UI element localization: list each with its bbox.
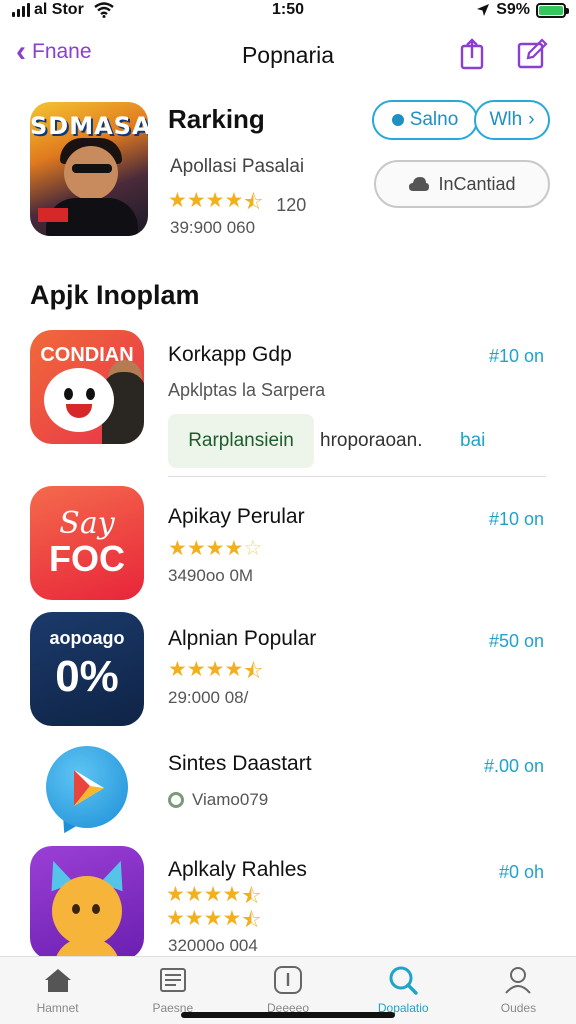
- salno-label: Salno: [409, 109, 459, 130]
- star-icon: ★: [205, 537, 225, 560]
- star-icon: ★: [168, 658, 187, 681]
- app-icon-korkapp[interactable]: CONDIAN: [30, 330, 144, 444]
- wlh-button[interactable]: Wlh ›: [474, 100, 550, 140]
- app-price[interactable]: #10 on: [489, 509, 544, 530]
- art-creature: [52, 876, 122, 946]
- incantiad-label: InCantiad: [438, 173, 516, 194]
- chip-description: hroporaoan.: [320, 430, 423, 451]
- featured-title: Rarking: [168, 104, 265, 134]
- tab-home[interactable]: Hamnet: [0, 957, 115, 1024]
- tab-profile[interactable]: Oudes: [461, 957, 576, 1024]
- status-right: S9%: [476, 1, 569, 19]
- share-icon: [460, 38, 484, 70]
- dot-icon: [391, 114, 404, 126]
- art-face: [64, 146, 118, 200]
- person-icon: [502, 965, 534, 995]
- chip-link[interactable]: bai: [460, 430, 485, 452]
- art-ghost: [44, 368, 114, 432]
- home-icon: [42, 965, 74, 995]
- app-price[interactable]: #0 oh: [499, 862, 544, 883]
- app-price[interactable]: #10 on: [489, 346, 544, 367]
- edit-icon: [517, 38, 548, 69]
- location-arrow-icon: [477, 4, 490, 16]
- star-icon: ★: [224, 537, 243, 560]
- icon-label: 0%: [55, 652, 119, 701]
- featured-art-text: SDMASAL: [30, 112, 148, 140]
- star-icon: ★: [168, 537, 187, 560]
- app-price[interactable]: #.00 on: [484, 756, 544, 777]
- app-name[interactable]: Aplkaly Rahles: [168, 858, 307, 882]
- tab-label: Hamnet: [36, 1001, 79, 1015]
- app-icon-aplkaly[interactable]: [30, 846, 144, 960]
- cloud-icon: [409, 177, 430, 191]
- edit-button[interactable]: [514, 36, 550, 72]
- salno-button[interactable]: Salno: [372, 100, 478, 140]
- star-icon: ★: [205, 658, 225, 681]
- star-icon: ★: [186, 658, 206, 681]
- divider: [168, 476, 546, 477]
- art-badge: [38, 208, 68, 222]
- wlh-label: Wlh: [489, 109, 523, 130]
- icon-label: Say: [59, 506, 115, 541]
- star-icon: ☆: [243, 537, 262, 560]
- app-rating-row: ★ ★ ★ ★ ⯪: [168, 657, 263, 692]
- home-indicator[interactable]: [181, 1012, 395, 1018]
- status-bar: al Stor 1:50 S9%: [0, 0, 576, 22]
- app-meta: 29:000 08/: [168, 688, 249, 707]
- battery-icon: [536, 2, 569, 18]
- app-name[interactable]: Sintes Daastart: [168, 752, 312, 776]
- app-subtitle: Apklptas la Sarpera: [168, 380, 326, 400]
- art-glasses: [72, 164, 112, 173]
- app-name[interactable]: Korkapp Gdp: [168, 343, 292, 367]
- pill-row: Salno Wlh ›: [372, 100, 550, 140]
- rating-stars: ★ ★ ★ ★ ⯪: [168, 657, 263, 692]
- app-meta: 3490oo 0M: [168, 566, 254, 585]
- featured-meta: 39:900 060: [170, 218, 256, 237]
- featured-app-icon[interactable]: SDMASAL: [30, 102, 148, 236]
- icon-label: aopoago: [49, 628, 125, 648]
- info-icon: [272, 965, 304, 995]
- tab-bar: Hamnet Paesne Deeeeo Dopalatio Oudes: [0, 956, 576, 1024]
- star-icon: ★: [224, 658, 243, 681]
- verified-text: Viamo079: [192, 790, 269, 809]
- app-rating-row: ★ ★ ★ ★ ☆: [168, 536, 262, 561]
- play-icon: [74, 770, 104, 806]
- category-chip[interactable]: Rarplansiein: [168, 414, 314, 468]
- battery-percent: S9%: [496, 1, 530, 18]
- verified-row: Viamo079: [168, 790, 268, 810]
- featured-subtitle: Apollasi Pasalai: [170, 156, 305, 177]
- app-icon-apikay[interactable]: Say FOC: [30, 486, 144, 600]
- chevron-right-icon: ›: [528, 109, 535, 130]
- nav-bar: ‹ Fnane Popnaria: [0, 30, 576, 82]
- star-icon: ★: [186, 537, 206, 560]
- section-title: Apjk Inoplam: [30, 280, 200, 310]
- news-icon: [157, 965, 189, 995]
- app-icon-sintes[interactable]: [30, 734, 144, 848]
- app-meta: 32000o 004: [168, 936, 258, 955]
- play-bubble: [46, 746, 128, 828]
- search-icon: [387, 965, 419, 995]
- tab-label: Oudes: [500, 1001, 537, 1015]
- rating-count: 120: [276, 195, 307, 215]
- verified-icon: [168, 792, 184, 808]
- rating-stars: ★ ★ ★ ★ ☆: [168, 536, 262, 561]
- icon-label: FOC: [49, 538, 125, 579]
- app-price[interactable]: #50 on: [489, 631, 544, 652]
- app-name[interactable]: Alpnian Popular: [168, 627, 316, 651]
- incantiad-button[interactable]: InCantiad: [374, 160, 550, 208]
- app-icon-alpnian[interactable]: aopoago 0%: [30, 612, 144, 726]
- app-name[interactable]: Apikay Perular: [168, 505, 305, 529]
- share-button[interactable]: [454, 36, 490, 72]
- star-icon: ⯪: [243, 660, 263, 683]
